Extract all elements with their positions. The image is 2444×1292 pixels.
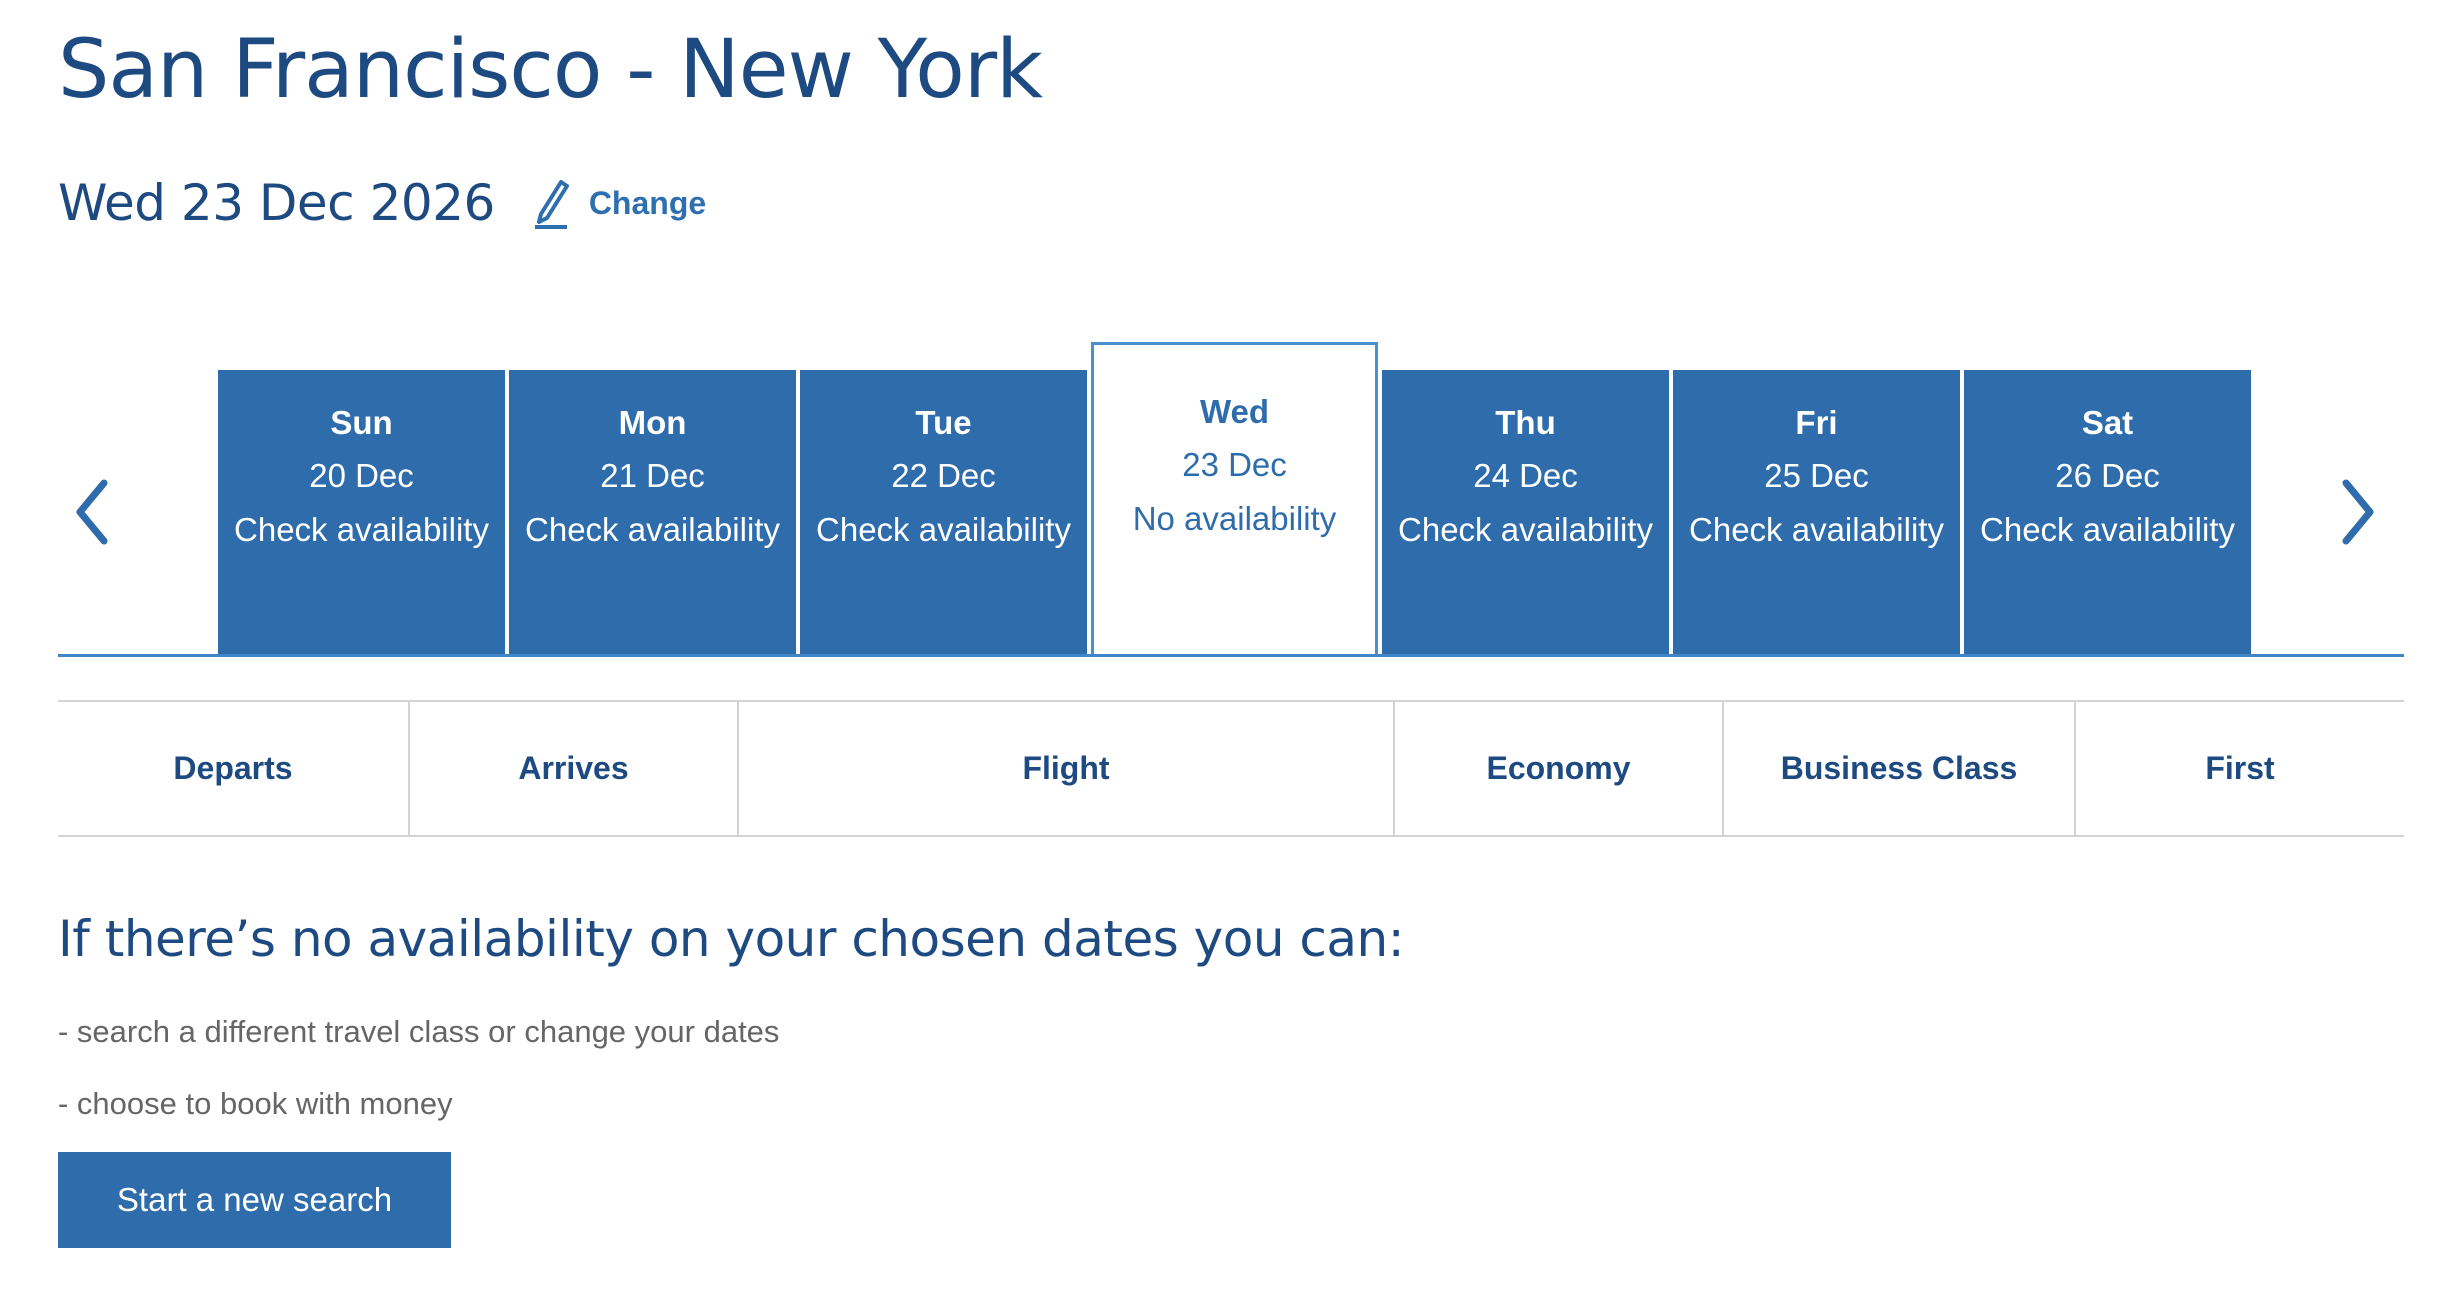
day-availability: Check availability xyxy=(1980,511,2235,548)
day-name: Sat xyxy=(2081,404,2134,441)
flight-table-header: Departs Arrives Flight Economy Business … xyxy=(58,700,2404,837)
day-name: Sun xyxy=(330,404,393,441)
change-date-link[interactable]: Change xyxy=(533,176,706,230)
column-header-arrives: Arrives xyxy=(410,702,739,835)
day-tab-tue[interactable]: Tue 22 Dec Check availability xyxy=(800,370,1087,654)
day-availability: Check availability xyxy=(234,511,489,548)
day-name: Thu xyxy=(1495,404,1556,441)
chevron-left-icon xyxy=(76,479,108,545)
day-tab-sun[interactable]: Sun 20 Dec Check availability xyxy=(218,370,505,654)
day-tab-mon[interactable]: Mon 21 Dec Check availability xyxy=(509,370,796,654)
day-name: Tue xyxy=(915,404,972,441)
column-header-departs: Departs xyxy=(58,702,410,835)
day-tab-sat[interactable]: Sat 26 Dec Check availability xyxy=(1964,370,2251,654)
day-date: 25 Dec xyxy=(1764,457,1869,494)
day-tab-thu[interactable]: Thu 24 Dec Check availability xyxy=(1382,370,1669,654)
column-header-first: First xyxy=(2205,750,2275,786)
chevron-right-icon xyxy=(2342,479,2374,545)
day-tab-fri[interactable]: Fri 25 Dec Check availability xyxy=(1673,370,1960,654)
day-availability: Check availability xyxy=(1689,511,1944,548)
no-availability-heading: If there’s no availability on your chose… xyxy=(58,910,1405,968)
day-date: 26 Dec xyxy=(2055,457,2160,494)
carousel-divider xyxy=(58,654,2404,657)
previous-week-button[interactable] xyxy=(62,472,122,552)
start-new-search-button[interactable]: Start a new search xyxy=(58,1152,451,1248)
column-header-flight: Flight xyxy=(739,702,1395,835)
suggestion-line: - search a different travel class or cha… xyxy=(58,1014,780,1049)
day-date: 21 Dec xyxy=(600,457,705,494)
change-label: Change xyxy=(588,184,707,221)
day-tabs: Sun 20 Dec Check availability Mon 21 Dec… xyxy=(218,342,2251,656)
column-header-economy: Economy xyxy=(1395,702,1724,835)
next-week-button[interactable] xyxy=(2328,472,2388,552)
day-date: 23 Dec xyxy=(1182,446,1287,483)
day-availability: Check availability xyxy=(816,511,1071,548)
day-date: 22 Dec xyxy=(891,457,996,494)
day-date: 24 Dec xyxy=(1473,457,1578,494)
column-header-business-class: Business Class xyxy=(1724,702,2076,835)
suggestion-line: - choose to book with money xyxy=(58,1086,453,1121)
day-name: Fri xyxy=(1795,404,1838,441)
day-availability: Check availability xyxy=(525,511,780,548)
page-title: San Francisco - New York xyxy=(58,23,1043,117)
day-date: 20 Dec xyxy=(309,457,414,494)
day-name: Mon xyxy=(618,404,687,441)
day-name: Wed xyxy=(1199,393,1270,430)
day-availability: Check availability xyxy=(1398,511,1653,548)
selected-date-row: Wed 23 Dec 2026 Change xyxy=(58,168,706,238)
day-availability: No availability xyxy=(1132,500,1337,537)
selected-date: Wed 23 Dec 2026 xyxy=(58,174,495,232)
day-tab-wed-selected[interactable]: Wed 23 Dec No availability xyxy=(1091,342,1378,656)
pencil-icon xyxy=(534,180,569,229)
date-carousel: Sun 20 Dec Check availability Mon 21 Dec… xyxy=(58,342,2404,662)
